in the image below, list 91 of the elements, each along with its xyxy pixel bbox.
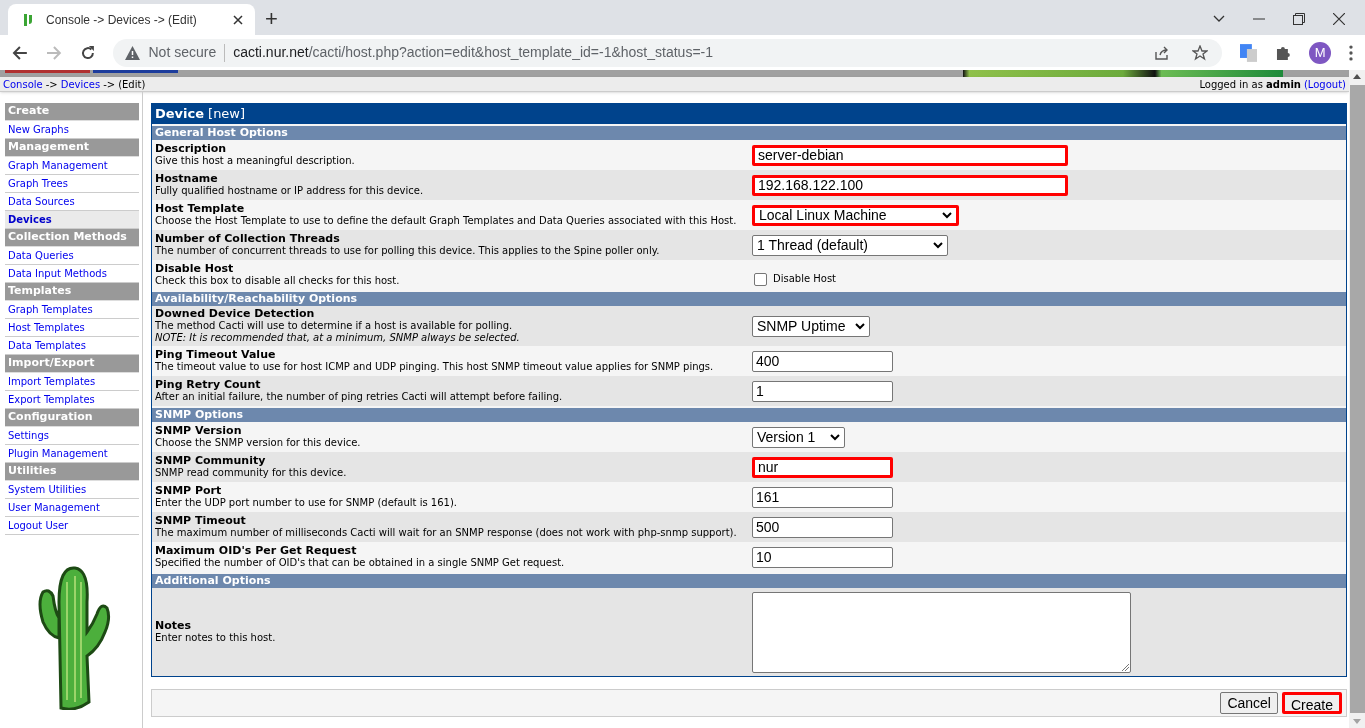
sidebar-header: Configuration xyxy=(5,409,139,427)
field-label: SNMP Timeout xyxy=(155,515,247,527)
field-description: Choose the SNMP version for this device. xyxy=(155,437,362,449)
field-description: Give this host a meaningful description. xyxy=(155,155,356,167)
field-description: Specified the number of OID's that can be obtained in a single SNMP Get request. xyxy=(155,557,566,569)
chevron-down-icon xyxy=(855,322,866,330)
close-icon[interactable] xyxy=(233,14,243,25)
field-label: Host Template xyxy=(155,203,246,215)
field-label: SNMP Port xyxy=(155,485,223,497)
chevron-down-icon[interactable] xyxy=(1213,15,1225,23)
star-icon[interactable] xyxy=(1191,44,1208,61)
more-vertical-icon[interactable] xyxy=(1349,44,1353,61)
reload-icon[interactable] xyxy=(79,44,96,61)
scrollbar[interactable] xyxy=(1349,70,1365,728)
breadcrumb-separator: -> xyxy=(45,77,58,92)
share-icon[interactable] xyxy=(1153,44,1170,61)
checkbox-label: Disable Host xyxy=(773,271,837,286)
logged-in-text: Logged in as admin xyxy=(1199,77,1301,92)
text-input[interactable]: nur xyxy=(752,456,893,478)
restore-icon[interactable] xyxy=(1293,13,1305,25)
dropdown-select[interactable]: 1 Thread (default) xyxy=(752,234,948,256)
breadcrumb-current: (Edit) xyxy=(118,77,146,92)
field-description: Enter notes to this host. xyxy=(155,632,277,644)
chevron-down-icon xyxy=(933,241,943,249)
field-description: After an initial failure, the number of ping retries Cacti will attempt before failing. xyxy=(155,391,564,403)
field-label: Ping Retry Count xyxy=(155,379,262,391)
text-input[interactable]: 161 xyxy=(752,486,893,508)
field-description: Choose the Host Template to use to define the default Graph Templates and Data Queries associated with this Host. xyxy=(155,215,738,227)
field-label: Maximum OID's Per Get Request xyxy=(155,545,358,557)
text-input[interactable]: 192.168.122.100 xyxy=(752,174,1068,196)
notes-textarea[interactable] xyxy=(752,591,1131,673)
field-label: Hostname xyxy=(155,173,219,185)
form-button[interactable]: Cancel xyxy=(1220,692,1278,714)
browser-tab[interactable]: Console -> Devices -> (Edit) xyxy=(8,4,255,35)
logout-link[interactable]: (Logout) xyxy=(1303,76,1346,92)
field-note: NOTE: It is recommended that, at a minimum, SNMP always be selected. xyxy=(155,332,521,344)
field-label: Disable Host xyxy=(155,263,235,275)
dropdown-select[interactable]: SNMP Uptime xyxy=(752,315,871,337)
form-button[interactable]: Create xyxy=(1281,692,1342,714)
new-tab-button[interactable]: + xyxy=(265,8,278,30)
dropdown-select[interactable]: Local Linux Machine xyxy=(752,204,959,226)
section-heading: SNMP Options xyxy=(152,406,1346,422)
puzzle-piece-icon[interactable] xyxy=(1275,44,1292,61)
sidebar-link[interactable]: Devices xyxy=(5,211,139,229)
field-description: Check this box to disable all checks for this host. xyxy=(155,275,401,287)
text-input[interactable]: 10 xyxy=(752,546,893,568)
chevron-down-icon xyxy=(942,211,952,219)
text-input[interactable]: 500 xyxy=(752,516,893,538)
security-label: Not secure xyxy=(148,43,217,62)
sidebar-header: Create xyxy=(5,103,139,121)
breadcrumb-link[interactable]: Devices xyxy=(60,76,101,92)
field-description: The number of concurrent threads to use for polling this device. This applies to the Spine poller only. xyxy=(155,245,661,257)
field-label: Notes xyxy=(155,620,193,632)
warning-icon xyxy=(125,45,141,60)
resize-grip-icon[interactable] xyxy=(1121,662,1129,671)
field-description: The method Cacti will use to determine if a host is available for polling. xyxy=(155,320,514,332)
address-bar[interactable]: Not secure cacti.nur.net/cacti/host.php?action=edit&host_template_id=-1&host_status=-1 xyxy=(113,38,1222,67)
field-label: Downed Device Detection xyxy=(155,308,316,320)
scroll-up-icon[interactable] xyxy=(1353,74,1361,79)
text-input[interactable]: 400 xyxy=(752,350,893,372)
sidebar-header: Templates xyxy=(5,283,139,301)
breadcrumb-link[interactable]: Console xyxy=(3,76,43,92)
section-heading: General Host Options xyxy=(152,124,1346,140)
url-text: cacti.nur.net/cacti/host.php?action=edit&host_template_id=-1&host_status=-1 xyxy=(233,43,713,62)
sidebar-header: Management xyxy=(5,139,139,157)
profile-avatar[interactable]: M xyxy=(1309,41,1332,64)
back-arrow-icon[interactable] xyxy=(12,44,28,61)
breadcrumb-separator: -> xyxy=(103,77,116,92)
field-description: SNMP read community for this device. xyxy=(155,467,348,479)
field-label: Ping Timeout Value xyxy=(155,349,277,361)
sidebar-header: Import/Export xyxy=(5,355,139,373)
field-description: Enter the UDP port number to use for SNMP (default is 161). xyxy=(155,497,458,509)
field-label: Number of Collection Threads xyxy=(155,233,341,245)
checkbox[interactable] xyxy=(754,272,767,286)
text-input[interactable]: 1 xyxy=(752,380,893,402)
form-title: Device [new] xyxy=(152,104,1346,124)
field-description: The maximum number of milliseconds Cacti will wait for an SNMP response (does not work with php-snmp support). xyxy=(155,527,738,539)
sidebar-header: Collection Methods xyxy=(5,229,139,247)
sidebar-header: Utilities xyxy=(5,463,139,481)
field-label: SNMP Version xyxy=(155,425,243,437)
section-heading: Availability/Reachability Options xyxy=(152,290,1346,306)
section-heading: Additional Options xyxy=(152,572,1346,588)
close-icon[interactable] xyxy=(1333,13,1345,25)
field-description: Fully qualified hostname or IP address for this device. xyxy=(155,185,425,197)
text-input[interactable]: server-debian xyxy=(752,144,1068,166)
field-description: The timeout value to use for host ICMP and UDP pinging. This host SNMP timeout value applies for SNMP pings. xyxy=(155,361,715,373)
field-label: SNMP Community xyxy=(155,455,267,467)
field-label: Description xyxy=(155,143,228,155)
dropdown-select[interactable]: Version 1 xyxy=(752,426,845,448)
chevron-down-icon xyxy=(830,433,840,441)
tab-title: Console -> Devices -> (Edit) xyxy=(46,11,198,29)
